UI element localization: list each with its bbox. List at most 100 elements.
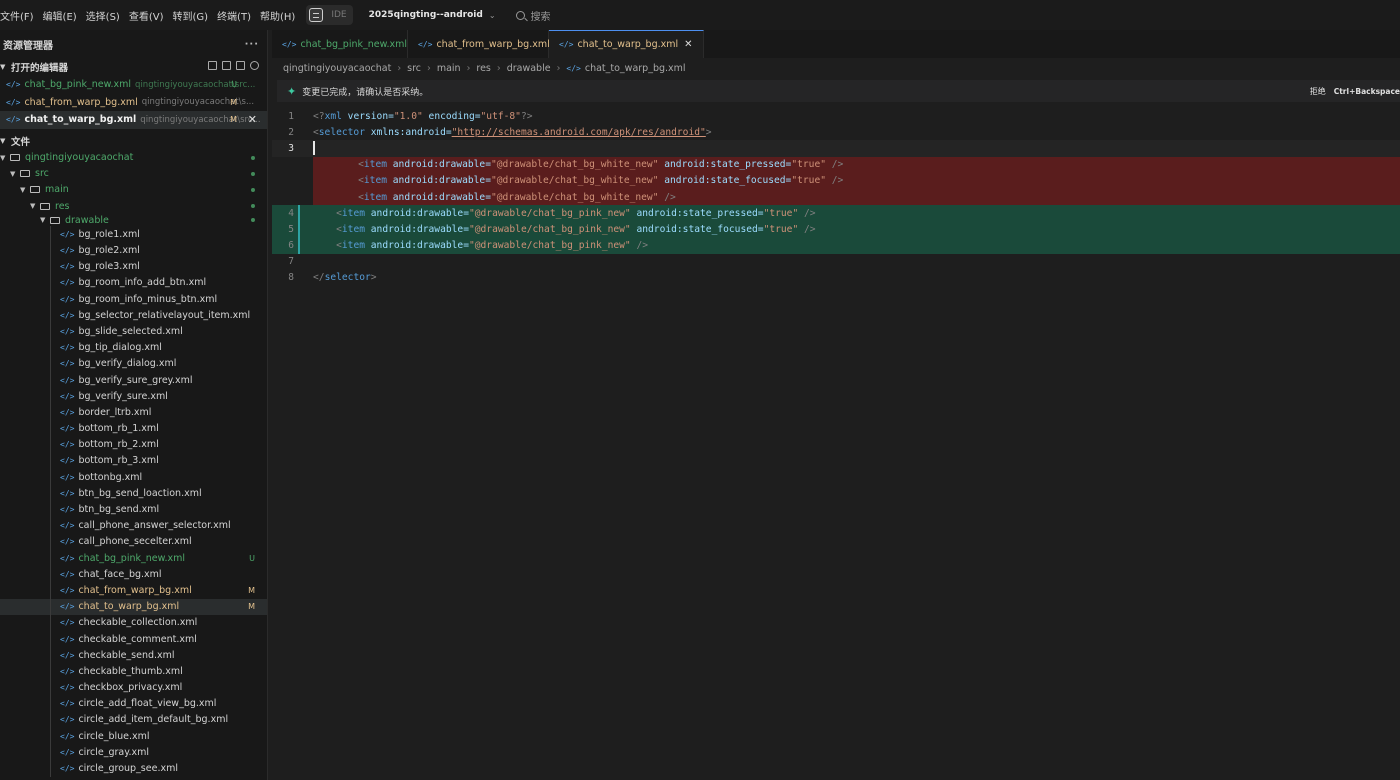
file-tree-item[interactable]: </> bg_verify_dialog.xml	[0, 355, 267, 372]
menu-selection[interactable]: 选择(S)	[86, 8, 120, 23]
code-view[interactable]: 1 <? xml version= "1.0" encoding= "utf-8" ?>…	[272, 108, 1400, 286]
folder-row[interactable]: ▼ main	[0, 182, 267, 198]
open-editors-title: 打开的编辑器	[11, 63, 69, 74]
files-section[interactable]: ▼ 文件	[0, 132, 267, 150]
file-tree-item[interactable]: </> circle_add_float_view_bg.xml	[0, 695, 267, 712]
reject-button[interactable]: 拒绝	[1310, 86, 1326, 97]
toggle-icon[interactable]	[250, 61, 259, 70]
tab-chat-bg-pink-new[interactable]: </> chat_bg_pink_new.xml	[272, 30, 408, 58]
file-tree-item[interactable]: </> bottom_rb_1.xml	[0, 420, 267, 437]
file-tree-item[interactable]: </> circle_group_see.xml	[0, 760, 267, 777]
token: android:state_focused=	[630, 223, 764, 235]
file-name: bottonbg.xml	[78, 471, 143, 483]
file-tree-item[interactable]: </> checkable_thumb.xml	[0, 663, 267, 680]
file-tree-item[interactable]: </> bg_role1.xml	[0, 226, 267, 243]
indent-guide	[50, 469, 51, 486]
file-tree-item[interactable]: </> chat_face_bg.xml	[0, 566, 267, 583]
tab-chat-to-warp-bg[interactable]: </> chat_to_warp_bg.xml ✕	[549, 30, 704, 58]
indent-guide	[50, 307, 51, 324]
file-name: btn_bg_send.xml	[78, 504, 160, 516]
file-tree-item[interactable]: </> bg_room_info_minus_btn.xml	[0, 291, 267, 308]
file-tree-item[interactable]: </> checkbox_privacy.xml	[0, 679, 267, 696]
file-tree-item[interactable]: </> circle_gray.xml	[0, 744, 267, 761]
file-tree-item[interactable]: </> bg_verify_sure_grey.xml	[0, 371, 267, 389]
chevron-down-icon[interactable]: ⌄	[489, 11, 496, 20]
token: />	[798, 223, 816, 235]
file-tree-item[interactable]: </> bottom_rb_3.xml	[0, 452, 267, 470]
file-name: bg_tip_dialog.xml	[78, 342, 162, 354]
command-search[interactable]: 搜索	[515, 8, 551, 23]
indent-guide	[50, 274, 51, 291]
editor-area: </> chat_bg_pink_new.xml </> chat_from_w…	[272, 30, 1400, 780]
folder-row[interactable]: ▼ res	[0, 198, 267, 214]
tab-chat-from-warp-bg[interactable]: </> chat_from_warp_bg.xml	[408, 30, 550, 58]
deleted-code-line: < item android:drawable= "@drawable/chat_b…	[313, 188, 1400, 206]
project-switcher[interactable]: 2025qingting--android	[369, 10, 483, 20]
menu-go[interactable]: 转到(G)	[173, 8, 209, 23]
token: android:state_focused=	[658, 175, 792, 187]
line-number: 7	[288, 256, 294, 268]
menu-view[interactable]: 查看(V)	[129, 8, 164, 23]
file-tree-item[interactable]: </> btn_bg_send_loaction.xml	[0, 485, 267, 502]
menu-help[interactable]: 帮助(H)	[260, 8, 295, 23]
file-tree-item[interactable]: </> bottonbg.xml	[0, 469, 267, 486]
more-actions-icon[interactable]: ···	[245, 39, 259, 50]
xml-file-icon: </>	[60, 731, 75, 741]
folder-row[interactable]: ▼ src	[0, 166, 267, 182]
file-tree-item[interactable]: </> chat_from_warp_bg.xml M	[0, 582, 267, 599]
file-tree-item[interactable]: </> call_phone_answer_selector.xml	[0, 517, 267, 534]
file-tree-item[interactable]: </> chat_bg_pink_new.xml U	[0, 550, 267, 567]
open-editor-item[interactable]: </> chat_bg_pink_new.xml qingtingiyouyac…	[0, 76, 267, 94]
breadcrumb-item[interactable]: res	[476, 63, 491, 74]
menu-edit[interactable]: 编辑(E)	[43, 8, 77, 23]
token: />	[630, 240, 649, 252]
code-line: 8 </selector >	[272, 270, 1400, 286]
breadcrumb-item[interactable]: src	[407, 63, 421, 74]
file-tree-item[interactable]: </> border_ltrb.xml	[0, 404, 267, 421]
open-editor-item-active[interactable]: </> chat_to_warp_bg.xml qingtingiyouyaca…	[0, 111, 267, 129]
namespace-link[interactable]: "http://schemas.android.com/apk/res/andr…	[452, 127, 706, 138]
file-tree-item[interactable]: </> bg_slide_selected.xml	[0, 323, 267, 340]
open-editors-section[interactable]: ▼ 打开的编辑器	[0, 58, 267, 76]
file-tree-item[interactable]: </> bottom_rb_2.xml	[0, 436, 267, 453]
save-all-icon[interactable]	[222, 61, 231, 70]
file-tree-item[interactable]: </> bg_role2.xml	[0, 242, 267, 259]
file-tree-item[interactable]: </> bg_selector_relativelayout_item.xml	[0, 307, 267, 324]
xml-file-icon: </>	[60, 326, 75, 336]
menu-file[interactable]: 文件(F)	[0, 8, 34, 23]
close-all-icon[interactable]	[236, 61, 245, 70]
close-icon[interactable]: ✕	[684, 39, 692, 50]
file-name: chat_bg_pink_new.xml	[78, 552, 186, 564]
file-tree-item[interactable]: </> btn_bg_send.xml	[0, 501, 267, 518]
new-file-icon[interactable]	[208, 61, 217, 70]
open-editor-item[interactable]: </> chat_from_warp_bg.xml qingtingiyouya…	[0, 94, 267, 112]
file-tree-item[interactable]: </> checkable_collection.xml	[0, 614, 267, 631]
breadcrumb-item[interactable]: chat_to_warp_bg.xml	[585, 63, 686, 74]
breadcrumb-item[interactable]: main	[437, 63, 461, 74]
file-tree-item[interactable]: </> checkable_send.xml	[0, 647, 267, 664]
folder-row[interactable]: ▼ drawable	[0, 214, 267, 226]
file-tree-item[interactable]: </> bg_verify_sure.xml	[0, 388, 267, 405]
token: "true"	[763, 207, 799, 219]
file-tree-item[interactable]: </> call_phone_secelter.xml	[0, 533, 267, 550]
file-tree-item[interactable]: </> bg_role3.xml	[0, 258, 267, 275]
file-tree-item[interactable]: </> circle_add_item_default_bg.xml	[0, 711, 267, 729]
file-tree-item[interactable]: </> chat_to_warp_bg.xml M	[0, 598, 267, 615]
xml-file-icon: </>	[60, 391, 75, 401]
file-tree-item[interactable]: </> checkable_comment.xml	[0, 630, 267, 648]
file-tree-item[interactable]: </> bg_room_info_add_btn.xml	[0, 274, 267, 291]
breadcrumb-item[interactable]: qingtingiyouyacaochat	[283, 63, 391, 74]
file-tree-item[interactable]: </> circle_blue.xml	[0, 728, 267, 745]
indent-guide	[50, 339, 51, 356]
folder-row[interactable]: ▼ qingtingiyouyacaochat	[0, 150, 267, 166]
close-icon[interactable]: ✕	[248, 113, 257, 126]
breadcrumb-item[interactable]: drawable	[507, 63, 551, 74]
ai-change-notice: ✦ 变更已完成，请确认是否采纳。 拒绝 Ctrl+Backspace	[277, 80, 1400, 102]
file-tree-item[interactable]: </> bg_tip_dialog.xml	[0, 339, 267, 356]
token: version=	[341, 110, 394, 122]
ide-mode-toggle[interactable]: IDE	[306, 5, 353, 25]
menu-terminal[interactable]: 终端(T)	[217, 8, 251, 23]
search-label: 搜索	[530, 11, 551, 23]
xml-file-icon: </>	[60, 602, 75, 612]
